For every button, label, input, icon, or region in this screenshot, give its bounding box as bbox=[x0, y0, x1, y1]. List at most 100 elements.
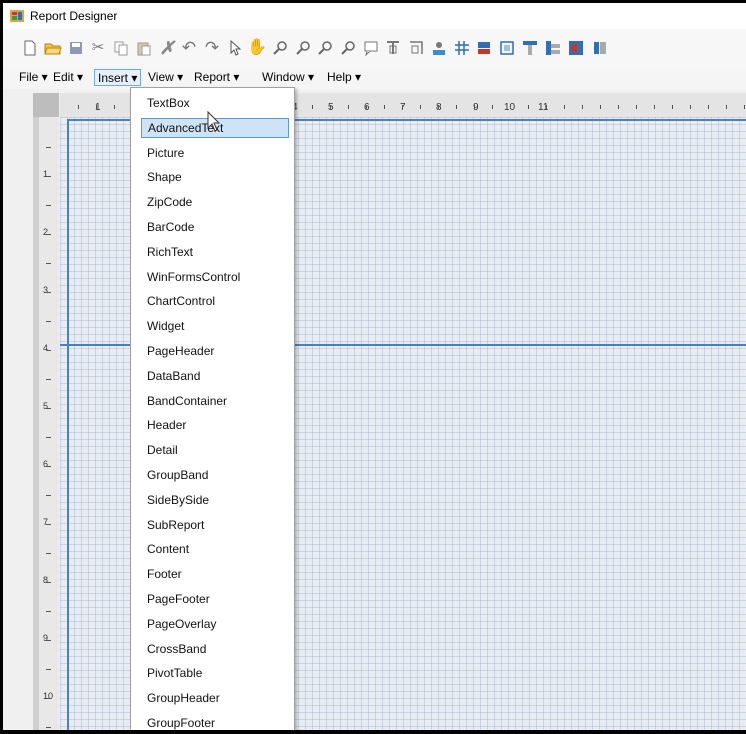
pointer-icon[interactable] bbox=[226, 39, 244, 57]
ruler-tick-mark bbox=[46, 611, 51, 612]
ruler-tick-mark bbox=[46, 495, 51, 496]
ruler-tick-mark bbox=[46, 582, 51, 583]
ruler-tick-mark bbox=[510, 105, 511, 109]
zoom-fit-icon[interactable] bbox=[339, 39, 357, 57]
menu-item-picture[interactable]: Picture bbox=[141, 143, 289, 163]
menu-item-pivottable[interactable]: PivotTable bbox=[141, 663, 289, 683]
toolbar: ✂ ✗ ↶ ↷ ✋ bbox=[3, 29, 746, 67]
ruler-tick-mark bbox=[636, 105, 637, 109]
align-right-icon[interactable] bbox=[407, 39, 425, 57]
insert-menu-dropdown: TextBox AdvancedText Picture Shape ZipCode Ba… bbox=[130, 87, 295, 730]
menu-item-widget[interactable]: Widget bbox=[141, 316, 289, 336]
ruler-tick-label: 8 bbox=[43, 575, 49, 585]
ruler-tick-mark bbox=[46, 524, 51, 525]
ruler-tick-mark bbox=[690, 105, 691, 109]
ruler-tick-mark bbox=[528, 105, 529, 109]
menu-item-textbox[interactable]: TextBox bbox=[141, 93, 289, 113]
band-icon[interactable] bbox=[475, 39, 493, 57]
align-left-icon[interactable] bbox=[384, 39, 402, 57]
menu-item-richtext[interactable]: RichText bbox=[141, 242, 289, 262]
ruler-tick-mark bbox=[420, 105, 421, 109]
paste-icon[interactable] bbox=[135, 39, 153, 57]
ruler-tick-label: 2 bbox=[43, 227, 49, 237]
menu-item-detail[interactable]: Detail bbox=[141, 440, 289, 460]
hand-pan-icon[interactable]: ✋ bbox=[247, 39, 267, 57]
menu-item-pageheader[interactable]: PageHeader bbox=[141, 341, 289, 361]
ruler-corner bbox=[33, 93, 59, 117]
menu-window[interactable]: Window ▾ bbox=[259, 69, 317, 86]
ruler-tick-mark bbox=[618, 105, 619, 109]
redo-icon[interactable]: ↷ bbox=[203, 39, 221, 57]
ruler-tick-mark bbox=[312, 105, 313, 109]
copy-icon[interactable] bbox=[112, 39, 130, 57]
menu-edit[interactable]: Edit ▾ bbox=[50, 69, 86, 86]
menu-view[interactable]: View ▾ bbox=[145, 69, 186, 86]
zoom-icon[interactable] bbox=[271, 39, 289, 57]
open-folder-icon[interactable] bbox=[44, 39, 62, 57]
layout-right-icon[interactable] bbox=[567, 39, 585, 57]
ruler-tick-mark bbox=[366, 105, 367, 109]
report-designer-window: Report Designer ✂ ✗ ↶ ↷ ✋ File ▾ Edit ▾ Insert… bbox=[3, 3, 746, 730]
ruler-tick-mark bbox=[46, 205, 51, 206]
ruler-tick-label: 10 bbox=[43, 691, 54, 701]
cut-icon[interactable]: ✂ bbox=[89, 39, 107, 57]
menu-bar: File ▾ Edit ▾ Insert ▾ View ▾ Report ▾ Window… bbox=[3, 67, 746, 89]
mouse-cursor-icon bbox=[207, 111, 221, 132]
menu-file[interactable]: File ▾ bbox=[16, 69, 51, 86]
menu-item-barcode[interactable]: BarCode bbox=[141, 217, 289, 237]
more-icon[interactable] bbox=[591, 39, 609, 57]
ruler-tick-mark bbox=[348, 105, 349, 109]
ruler-tick-mark bbox=[46, 147, 51, 148]
new-document-icon[interactable] bbox=[21, 39, 39, 57]
ruler-tick-label: 1 bbox=[43, 169, 49, 179]
menu-item-pagefooter[interactable]: PageFooter bbox=[141, 589, 289, 609]
find-icon[interactable] bbox=[362, 39, 380, 57]
menu-item-databand[interactable]: DataBand bbox=[141, 366, 289, 386]
menu-item-sidebyside[interactable]: SideBySide bbox=[141, 490, 289, 510]
ruler-tick-mark bbox=[46, 379, 51, 380]
ruler-tick-mark bbox=[474, 105, 475, 109]
menu-item-groupband[interactable]: GroupBand bbox=[141, 465, 289, 485]
menu-item-header[interactable]: Header bbox=[141, 415, 289, 435]
menu-insert[interactable]: Insert ▾ bbox=[94, 69, 142, 86]
menu-item-pageoverlay[interactable]: PageOverlay bbox=[141, 614, 289, 634]
ruler-tick-mark bbox=[46, 292, 51, 293]
window-title: Report Designer bbox=[30, 9, 118, 23]
menu-item-chartcontrol[interactable]: ChartControl bbox=[141, 291, 289, 311]
ruler-tick-label: 4 bbox=[43, 343, 49, 353]
zoom-out-icon[interactable] bbox=[316, 39, 334, 57]
ruler-tick-mark bbox=[708, 105, 709, 109]
ruler-tick-mark bbox=[46, 669, 51, 670]
grid-icon[interactable] bbox=[453, 39, 471, 57]
ruler-tick-mark bbox=[456, 105, 457, 109]
menu-item-crossband[interactable]: CrossBand bbox=[141, 639, 289, 659]
undo-icon[interactable]: ↶ bbox=[180, 39, 198, 57]
ruler-tick-mark bbox=[672, 105, 673, 109]
menu-item-content[interactable]: Content bbox=[141, 539, 289, 559]
ruler-tick-label: 3 bbox=[43, 285, 49, 295]
ruler-tick-mark bbox=[46, 263, 51, 264]
menu-item-zipcode[interactable]: ZipCode bbox=[141, 192, 289, 212]
title-bar: Report Designer bbox=[3, 3, 746, 29]
zoom-in-icon[interactable] bbox=[294, 39, 312, 57]
report-designer-icon bbox=[10, 10, 24, 22]
ruler-tick-mark bbox=[726, 105, 727, 109]
menu-help[interactable]: Help ▾ bbox=[324, 69, 364, 86]
save-icon[interactable] bbox=[67, 39, 85, 57]
layout-left-icon[interactable] bbox=[544, 39, 562, 57]
menu-item-subreport[interactable]: SubReport bbox=[141, 515, 289, 535]
menu-item-shape[interactable]: Shape bbox=[141, 167, 289, 187]
menu-item-bandcontainer[interactable]: BandContainer bbox=[141, 391, 289, 411]
group-icon[interactable] bbox=[430, 39, 448, 57]
ruler-tick-mark bbox=[46, 466, 51, 467]
ruler-tick-mark bbox=[654, 105, 655, 109]
menu-report[interactable]: Report ▾ bbox=[191, 69, 242, 86]
menu-item-winformscontrol[interactable]: WinFormsControl bbox=[141, 267, 289, 287]
snap-icon[interactable] bbox=[498, 39, 516, 57]
menu-item-groupfooter[interactable]: GroupFooter bbox=[141, 713, 289, 730]
ruler-tick-mark bbox=[582, 105, 583, 109]
delete-icon[interactable]: ✗ bbox=[158, 39, 176, 57]
menu-item-groupheader[interactable]: GroupHeader bbox=[141, 688, 289, 708]
menu-item-footer[interactable]: Footer bbox=[141, 564, 289, 584]
layout-top-icon[interactable] bbox=[521, 39, 539, 57]
